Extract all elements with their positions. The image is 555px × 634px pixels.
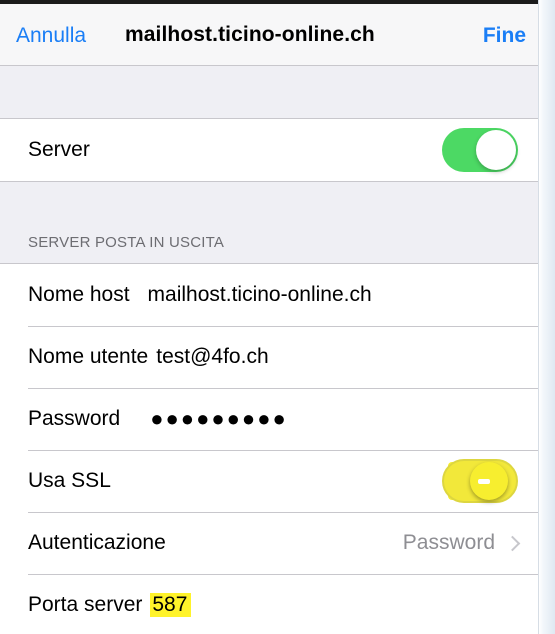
settings-screen: Annulla mailhost.ticino-online.ch Fine S… <box>0 0 538 634</box>
hostname-row[interactable]: Nome host mailhost.ticino-online.ch <box>0 264 538 326</box>
port-field[interactable]: 587 <box>150 593 192 617</box>
hostname-label: Nome host <box>28 283 130 306</box>
authentication-row[interactable]: Autenticazione Password <box>0 512 538 574</box>
page-title: mailhost.ticino-online.ch <box>125 23 375 46</box>
port-row[interactable]: Porta server 587 <box>0 574 538 634</box>
ssl-label: Usa SSL <box>28 469 111 492</box>
port-label: Porta server <box>28 593 143 616</box>
cancel-button[interactable]: Annulla <box>16 24 86 48</box>
ssl-row: Usa SSL <box>0 450 538 512</box>
authentication-label: Autenticazione <box>28 531 166 554</box>
server-group: Server <box>0 118 538 182</box>
server-toggle[interactable] <box>442 128 518 172</box>
toggle-knob <box>470 462 508 500</box>
authentication-value[interactable]: Password <box>402 531 521 555</box>
username-label: Nome utente <box>28 345 149 368</box>
chevron-right-icon <box>504 535 521 551</box>
server-row: Server <box>0 119 538 181</box>
username-row[interactable]: Nome utente test@4fo.ch <box>0 326 538 388</box>
outgoing-server-group: Nome host mailhost.ticino-online.ch Nome… <box>0 263 538 634</box>
section-header-outgoing: SERVER POSTA IN USCITA <box>28 234 225 251</box>
authentication-value-text: Password <box>402 531 495 554</box>
done-button[interactable]: Fine <box>483 24 526 48</box>
password-row[interactable]: Password ●●●●●●●●● <box>0 388 538 450</box>
toggle-knob <box>476 130 516 170</box>
nav-bar: Annulla mailhost.ticino-online.ch Fine <box>0 4 538 66</box>
password-field[interactable]: ●●●●●●●●● <box>150 406 288 432</box>
password-label: Password <box>28 407 121 430</box>
hostname-field[interactable]: mailhost.ticino-online.ch <box>148 283 372 307</box>
server-label: Server <box>28 138 90 161</box>
ssl-toggle[interactable] <box>442 459 518 503</box>
window-edge <box>538 0 555 634</box>
username-field[interactable]: test@4fo.ch <box>156 345 268 369</box>
